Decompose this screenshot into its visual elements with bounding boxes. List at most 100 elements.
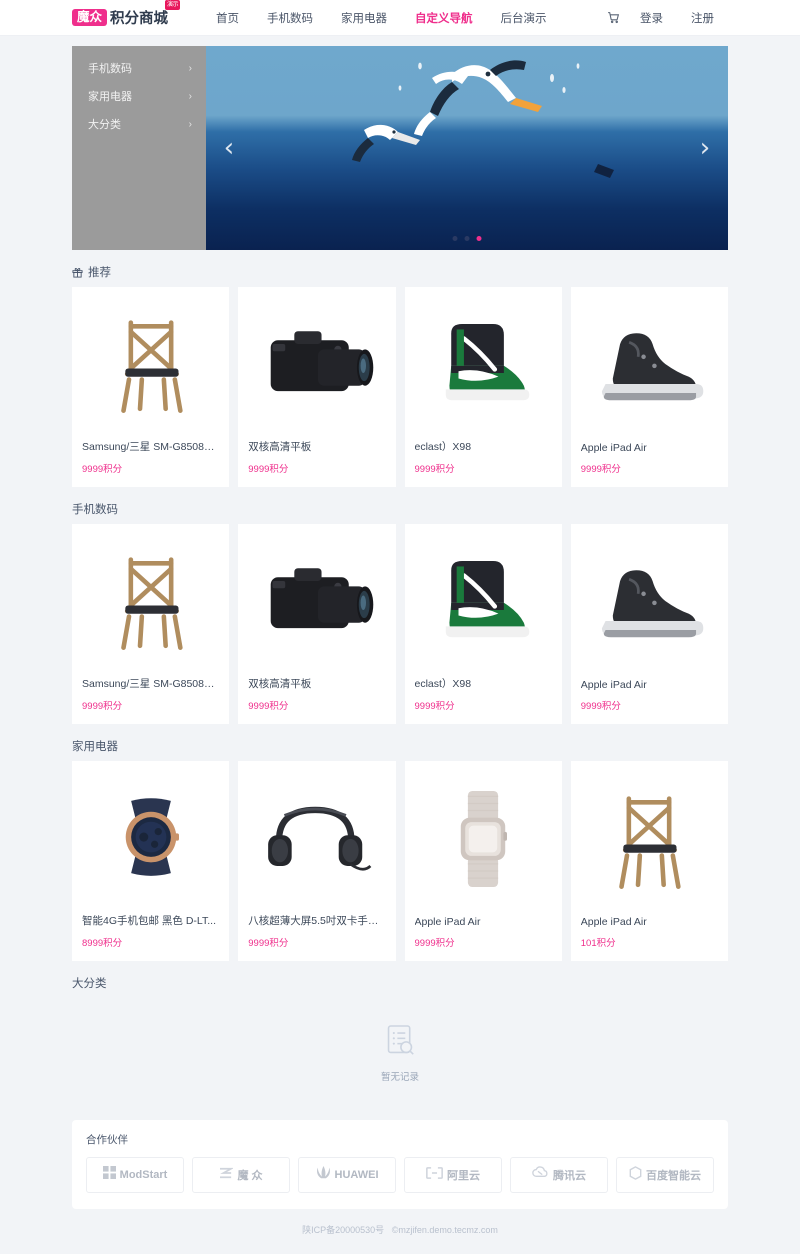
carousel-next-button[interactable]: › <box>690 133 720 163</box>
baiducloud-icon <box>629 1165 642 1185</box>
cart-icon[interactable] <box>600 11 626 24</box>
aliyun-icon <box>426 1166 443 1184</box>
product-image-chair <box>72 524 229 676</box>
tencentcloud-icon <box>532 1166 549 1184</box>
product-card[interactable]: Samsung/三星 SM-G8508S ... 9999积分 <box>72 287 230 487</box>
product-card[interactable]: eclast）X98 9999积分 <box>404 287 562 487</box>
partner-mozhong[interactable]: 魔 众 <box>192 1157 290 1193</box>
partner-label: 魔 众 <box>237 1170 263 1182</box>
page-content: 手机数码 › 家用电器 › 大分类 › ‹ › 推荐 Samsung/三星 SM… <box>0 46 800 1209</box>
partner-label: 腾讯云 <box>553 1170 586 1182</box>
carousel-dot-2[interactable] <box>464 236 470 241</box>
login-link[interactable]: 登录 <box>626 10 677 26</box>
product-title: Apple iPad Air <box>580 679 647 691</box>
category-label: 家用电器 <box>88 91 132 103</box>
nav-item-admin-demo[interactable]: 后台演示 <box>487 10 561 26</box>
brand-demo-badge: 演示 <box>165 0 181 10</box>
partner-aliyun[interactable]: 阿里云 <box>404 1157 502 1193</box>
section-phones: 手机数码 Samsung/三星 SM-G8508S ... 9999积分 双核高… <box>72 501 728 724</box>
product-card[interactable]: Apple iPad Air 101积分 <box>570 761 728 961</box>
product-title: 双核高清平板 <box>248 441 312 453</box>
product-price: 9999积分 <box>414 701 455 712</box>
carousel-dot-3[interactable] <box>476 236 482 241</box>
product-body: Samsung/三星 SM-G8508S ... 9999积分 <box>72 676 229 724</box>
hero-carousel[interactable]: ‹ › <box>206 46 728 250</box>
carousel-dot-1[interactable] <box>452 236 458 241</box>
product-card[interactable]: 双核高清平板 9999积分 <box>238 524 396 724</box>
section-title-text: 手机数码 <box>72 504 118 516</box>
empty-records-icon <box>385 1024 415 1063</box>
section-title: 大分类 <box>72 975 728 991</box>
site-footer: 陕ICP备20000530号 ©mzjifen.demo.tecmz.com <box>0 1209 800 1254</box>
product-card[interactable]: eclast）X98 9999积分 <box>404 524 562 724</box>
product-card[interactable]: 双核高清平板 9999积分 <box>238 287 396 487</box>
category-item-phones[interactable]: 手机数码 › <box>72 54 206 82</box>
nav-item-appliances[interactable]: 家用电器 <box>327 10 401 26</box>
huawei-icon <box>316 1166 331 1184</box>
product-price: 9999积分 <box>248 464 289 475</box>
register-link[interactable]: 注册 <box>677 10 728 26</box>
product-body: 智能4G手机包邮 黑色 D-LT... 8999积分 <box>72 913 229 961</box>
product-title: Samsung/三星 SM-G8508S ... <box>82 441 220 453</box>
product-image-boot <box>571 524 728 679</box>
partner-huawei[interactable]: HUAWEI <box>298 1157 396 1193</box>
product-image-boot <box>571 287 728 442</box>
gift-icon <box>72 267 83 278</box>
product-image-headphones <box>238 761 395 913</box>
empty-state: 暂无记录 <box>72 998 728 1108</box>
category-label: 手机数码 <box>88 63 132 75</box>
category-menu: 手机数码 › 家用电器 › 大分类 › <box>72 46 206 250</box>
product-card[interactable]: Apple iPad Air 9999积分 <box>404 761 562 961</box>
product-price: 9999积分 <box>248 938 289 949</box>
nav-item-home[interactable]: 首页 <box>202 10 253 26</box>
product-body: 八核超薄大屏5.5吋双卡手机... 9999积分 <box>238 913 395 961</box>
chevron-right-icon: › <box>188 62 192 74</box>
section-appliances: 家用电器 智能4G手机包邮 黑色 D-LT... 8999积分 八核超薄大屏5.… <box>72 738 728 961</box>
product-title: eclast）X98 <box>414 678 472 690</box>
partner-label: 百度智能云 <box>646 1170 701 1182</box>
product-card[interactable]: Apple iPad Air 9999积分 <box>570 287 728 487</box>
product-grid: 智能4G手机包邮 黑色 D-LT... 8999积分 八核超薄大屏5.5吋双卡手… <box>72 761 728 961</box>
partner-modstart[interactable]: ModStart <box>86 1157 184 1193</box>
product-card[interactable]: 八核超薄大屏5.5吋双卡手机... 9999积分 <box>238 761 396 961</box>
product-image-chair <box>72 287 229 439</box>
site-header: 魔众 积分商城 演示 首页 手机数码 家用电器 自定义导航 后台演示 登录 注册 <box>0 0 800 36</box>
product-image-sneaker <box>405 287 562 439</box>
copyright-link[interactable]: ©mzjifen.demo.tecmz.com <box>392 1225 498 1235</box>
product-body: Samsung/三星 SM-G8508S ... 9999积分 <box>72 439 229 487</box>
product-card[interactable]: Apple iPad Air 9999积分 <box>570 524 728 724</box>
nav-item-custom[interactable]: 自定义导航 <box>401 10 487 26</box>
product-grid: Samsung/三星 SM-G8508S ... 9999积分 双核高清平板 9… <box>72 287 728 487</box>
brand-logo[interactable]: 魔众 积分商城 演示 <box>72 0 181 28</box>
category-item-appliances[interactable]: 家用电器 › <box>72 82 206 110</box>
product-body: Apple iPad Air 9999积分 <box>571 442 728 487</box>
product-card[interactable]: 智能4G手机包邮 黑色 D-LT... 8999积分 <box>72 761 230 961</box>
partner-baiducloud[interactable]: 百度智能云 <box>616 1157 714 1193</box>
product-title: Apple iPad Air <box>414 916 481 928</box>
product-title: Samsung/三星 SM-G8508S ... <box>82 678 220 690</box>
product-price: 9999积分 <box>82 464 123 475</box>
product-body: Apple iPad Air 101积分 <box>571 916 728 961</box>
partner-label: 阿里云 <box>447 1170 480 1182</box>
product-image-smartwatch <box>405 761 562 916</box>
modstart-icon <box>102 1166 116 1184</box>
partner-tencentcloud[interactable]: 腾讯云 <box>510 1157 608 1193</box>
product-image-chair <box>571 761 728 916</box>
carousel-dots <box>452 236 482 241</box>
icp-text: 陕ICP备20000530号 <box>302 1225 385 1235</box>
section-recommend: 推荐 Samsung/三星 SM-G8508S ... 9999积分 双核高清平… <box>72 264 728 487</box>
brand-name: 积分商城 演示 <box>110 0 181 28</box>
product-price: 101积分 <box>580 938 616 949</box>
product-body: eclast）X98 9999积分 <box>405 439 562 487</box>
product-body: Apple iPad Air 9999积分 <box>571 679 728 724</box>
product-body: eclast）X98 9999积分 <box>405 676 562 724</box>
product-image-camera <box>238 287 395 439</box>
partner-label: ModStart <box>119 1169 168 1181</box>
carousel-prev-button[interactable]: ‹ <box>214 133 244 163</box>
section-bigcategory: 大分类 暂无记录 <box>72 975 728 1108</box>
partner-label: HUAWEI <box>334 1169 379 1181</box>
product-price: 9999积分 <box>580 701 621 712</box>
nav-item-phones[interactable]: 手机数码 <box>253 10 327 26</box>
category-item-bigcategory[interactable]: 大分类 › <box>72 110 206 138</box>
product-card[interactable]: Samsung/三星 SM-G8508S ... 9999积分 <box>72 524 230 724</box>
